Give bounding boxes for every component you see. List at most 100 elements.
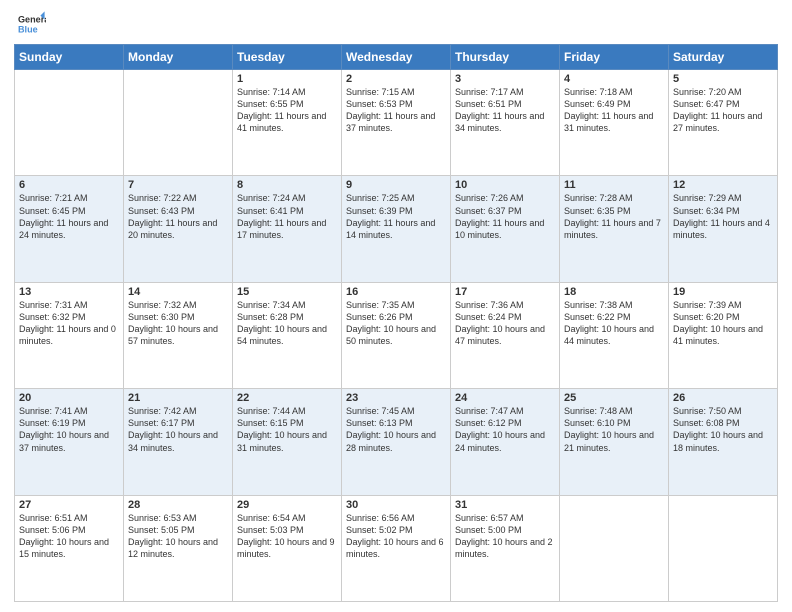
day-info: Sunrise: 7:45 AM Sunset: 6:13 PM Dayligh… (346, 405, 446, 454)
calendar-day-cell: 22Sunrise: 7:44 AM Sunset: 6:15 PM Dayli… (233, 389, 342, 495)
weekday-header-sunday: Sunday (15, 45, 124, 70)
calendar-day-cell: 8Sunrise: 7:24 AM Sunset: 6:41 PM Daylig… (233, 176, 342, 282)
day-number: 11 (564, 179, 664, 191)
calendar-week-4: 20Sunrise: 7:41 AM Sunset: 6:19 PM Dayli… (15, 389, 778, 495)
day-info: Sunrise: 7:17 AM Sunset: 6:51 PM Dayligh… (455, 86, 555, 135)
calendar-day-cell: 9Sunrise: 7:25 AM Sunset: 6:39 PM Daylig… (342, 176, 451, 282)
day-number: 27 (19, 499, 119, 511)
weekday-header-monday: Monday (124, 45, 233, 70)
day-number: 26 (673, 392, 773, 404)
calendar-day-cell: 11Sunrise: 7:28 AM Sunset: 6:35 PM Dayli… (560, 176, 669, 282)
day-number: 10 (455, 179, 555, 191)
page-header: General Blue (14, 10, 778, 38)
day-number: 6 (19, 179, 119, 191)
calendar-week-2: 6Sunrise: 7:21 AM Sunset: 6:45 PM Daylig… (15, 176, 778, 282)
calendar-day-cell: 2Sunrise: 7:15 AM Sunset: 6:53 PM Daylig… (342, 70, 451, 176)
calendar-day-cell (669, 495, 778, 601)
day-info: Sunrise: 7:41 AM Sunset: 6:19 PM Dayligh… (19, 405, 119, 454)
day-number: 13 (19, 286, 119, 298)
calendar-day-cell: 17Sunrise: 7:36 AM Sunset: 6:24 PM Dayli… (451, 282, 560, 388)
calendar-day-cell: 19Sunrise: 7:39 AM Sunset: 6:20 PM Dayli… (669, 282, 778, 388)
calendar-day-cell: 30Sunrise: 6:56 AM Sunset: 5:02 PM Dayli… (342, 495, 451, 601)
calendar-day-cell: 5Sunrise: 7:20 AM Sunset: 6:47 PM Daylig… (669, 70, 778, 176)
svg-text:Blue: Blue (18, 24, 38, 34)
calendar-day-cell: 24Sunrise: 7:47 AM Sunset: 6:12 PM Dayli… (451, 389, 560, 495)
day-info: Sunrise: 7:39 AM Sunset: 6:20 PM Dayligh… (673, 299, 773, 348)
calendar-day-cell: 29Sunrise: 6:54 AM Sunset: 5:03 PM Dayli… (233, 495, 342, 601)
calendar-day-cell: 20Sunrise: 7:41 AM Sunset: 6:19 PM Dayli… (15, 389, 124, 495)
weekday-header-thursday: Thursday (451, 45, 560, 70)
day-info: Sunrise: 7:31 AM Sunset: 6:32 PM Dayligh… (19, 299, 119, 348)
calendar-day-cell: 1Sunrise: 7:14 AM Sunset: 6:55 PM Daylig… (233, 70, 342, 176)
calendar-day-cell: 26Sunrise: 7:50 AM Sunset: 6:08 PM Dayli… (669, 389, 778, 495)
day-number: 15 (237, 286, 337, 298)
day-number: 9 (346, 179, 446, 191)
day-number: 14 (128, 286, 228, 298)
day-number: 7 (128, 179, 228, 191)
calendar-day-cell: 10Sunrise: 7:26 AM Sunset: 6:37 PM Dayli… (451, 176, 560, 282)
day-info: Sunrise: 6:53 AM Sunset: 5:05 PM Dayligh… (128, 512, 228, 561)
day-number: 31 (455, 499, 555, 511)
day-info: Sunrise: 7:20 AM Sunset: 6:47 PM Dayligh… (673, 86, 773, 135)
calendar-day-cell: 12Sunrise: 7:29 AM Sunset: 6:34 PM Dayli… (669, 176, 778, 282)
day-number: 2 (346, 73, 446, 85)
day-info: Sunrise: 7:22 AM Sunset: 6:43 PM Dayligh… (128, 192, 228, 241)
calendar-day-cell: 6Sunrise: 7:21 AM Sunset: 6:45 PM Daylig… (15, 176, 124, 282)
day-info: Sunrise: 6:57 AM Sunset: 5:00 PM Dayligh… (455, 512, 555, 561)
day-number: 21 (128, 392, 228, 404)
calendar-day-cell: 31Sunrise: 6:57 AM Sunset: 5:00 PM Dayli… (451, 495, 560, 601)
calendar-day-cell (15, 70, 124, 176)
day-info: Sunrise: 7:15 AM Sunset: 6:53 PM Dayligh… (346, 86, 446, 135)
day-info: Sunrise: 7:29 AM Sunset: 6:34 PM Dayligh… (673, 192, 773, 241)
day-number: 4 (564, 73, 664, 85)
calendar-day-cell: 27Sunrise: 6:51 AM Sunset: 5:06 PM Dayli… (15, 495, 124, 601)
day-info: Sunrise: 7:34 AM Sunset: 6:28 PM Dayligh… (237, 299, 337, 348)
day-number: 24 (455, 392, 555, 404)
calendar-day-cell (560, 495, 669, 601)
day-number: 23 (346, 392, 446, 404)
calendar-week-1: 1Sunrise: 7:14 AM Sunset: 6:55 PM Daylig… (15, 70, 778, 176)
day-number: 30 (346, 499, 446, 511)
day-info: Sunrise: 7:14 AM Sunset: 6:55 PM Dayligh… (237, 86, 337, 135)
day-number: 19 (673, 286, 773, 298)
day-info: Sunrise: 7:36 AM Sunset: 6:24 PM Dayligh… (455, 299, 555, 348)
day-info: Sunrise: 7:24 AM Sunset: 6:41 PM Dayligh… (237, 192, 337, 241)
calendar-day-cell: 14Sunrise: 7:32 AM Sunset: 6:30 PM Dayli… (124, 282, 233, 388)
calendar-day-cell: 16Sunrise: 7:35 AM Sunset: 6:26 PM Dayli… (342, 282, 451, 388)
day-number: 29 (237, 499, 337, 511)
day-number: 16 (346, 286, 446, 298)
calendar-day-cell: 18Sunrise: 7:38 AM Sunset: 6:22 PM Dayli… (560, 282, 669, 388)
calendar-week-5: 27Sunrise: 6:51 AM Sunset: 5:06 PM Dayli… (15, 495, 778, 601)
logo: General Blue (14, 10, 46, 38)
day-info: Sunrise: 6:56 AM Sunset: 5:02 PM Dayligh… (346, 512, 446, 561)
day-number: 20 (19, 392, 119, 404)
day-info: Sunrise: 7:18 AM Sunset: 6:49 PM Dayligh… (564, 86, 664, 135)
day-info: Sunrise: 7:21 AM Sunset: 6:45 PM Dayligh… (19, 192, 119, 241)
weekday-header-tuesday: Tuesday (233, 45, 342, 70)
day-number: 3 (455, 73, 555, 85)
calendar-day-cell: 25Sunrise: 7:48 AM Sunset: 6:10 PM Dayli… (560, 389, 669, 495)
day-number: 17 (455, 286, 555, 298)
day-info: Sunrise: 6:54 AM Sunset: 5:03 PM Dayligh… (237, 512, 337, 561)
day-info: Sunrise: 7:28 AM Sunset: 6:35 PM Dayligh… (564, 192, 664, 241)
day-number: 1 (237, 73, 337, 85)
calendar-day-cell (124, 70, 233, 176)
day-info: Sunrise: 7:38 AM Sunset: 6:22 PM Dayligh… (564, 299, 664, 348)
day-number: 8 (237, 179, 337, 191)
calendar-table: SundayMondayTuesdayWednesdayThursdayFrid… (14, 44, 778, 602)
day-info: Sunrise: 7:32 AM Sunset: 6:30 PM Dayligh… (128, 299, 228, 348)
day-number: 12 (673, 179, 773, 191)
calendar-day-cell: 7Sunrise: 7:22 AM Sunset: 6:43 PM Daylig… (124, 176, 233, 282)
day-info: Sunrise: 7:35 AM Sunset: 6:26 PM Dayligh… (346, 299, 446, 348)
calendar-week-3: 13Sunrise: 7:31 AM Sunset: 6:32 PM Dayli… (15, 282, 778, 388)
day-number: 22 (237, 392, 337, 404)
calendar-day-cell: 28Sunrise: 6:53 AM Sunset: 5:05 PM Dayli… (124, 495, 233, 601)
calendar-header-row: SundayMondayTuesdayWednesdayThursdayFrid… (15, 45, 778, 70)
day-info: Sunrise: 7:44 AM Sunset: 6:15 PM Dayligh… (237, 405, 337, 454)
day-number: 5 (673, 73, 773, 85)
calendar-day-cell: 23Sunrise: 7:45 AM Sunset: 6:13 PM Dayli… (342, 389, 451, 495)
calendar-day-cell: 21Sunrise: 7:42 AM Sunset: 6:17 PM Dayli… (124, 389, 233, 495)
day-info: Sunrise: 7:48 AM Sunset: 6:10 PM Dayligh… (564, 405, 664, 454)
day-info: Sunrise: 6:51 AM Sunset: 5:06 PM Dayligh… (19, 512, 119, 561)
weekday-header-saturday: Saturday (669, 45, 778, 70)
